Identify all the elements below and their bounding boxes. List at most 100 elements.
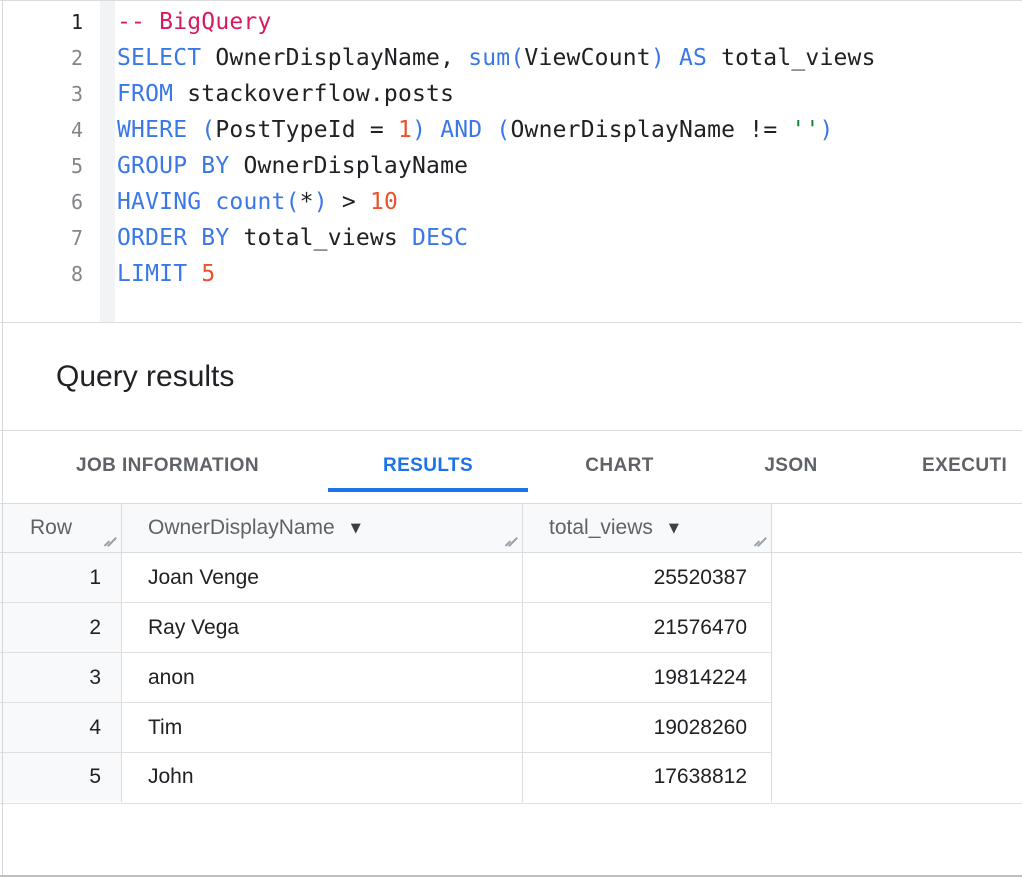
owner-display-name-cell: John [122,753,523,802]
code-token: 5 [201,261,215,287]
code-token: total_views [707,45,876,71]
tab-label: JOB INFORMATION [76,455,259,476]
code-text: -- BigQuery [117,4,272,40]
table-bottom-border [0,803,1022,804]
column-header-row: Row [0,504,122,552]
sort-arrow-icon[interactable]: ▼ [351,521,361,536]
code-token [482,117,496,143]
code-token: OwnerDisplayName, [201,45,468,71]
total-views-cell: 19814224 [523,653,772,703]
row-number-cell: 5 [0,753,122,802]
results-table: Row OwnerDisplayName ▼ total_views ▼ 1Joan V… [0,504,1022,804]
tab-results[interactable]: RESULTS [328,431,528,503]
bigquery-query-results-screen: 1 -- BigQuery 2 SELECT OwnerDisplayName, su… [0,0,1022,878]
column-resize-handle-icon[interactable] [753,536,766,549]
tab-chart[interactable]: CHART [528,431,711,503]
query-results-panel: Query results [0,324,1022,431]
tab-label: EXECUTI [922,455,1007,476]
tab-json[interactable]: JSON [711,431,871,503]
code-token: * [300,189,314,215]
code-token: HAVING [117,189,201,215]
code-line[interactable]: 7 ORDER BY total_views DESC [0,220,1022,256]
column-header-ownerdisplayname: OwnerDisplayName ▼ [122,504,523,552]
code-line[interactable]: 5 GROUP BY OwnerDisplayName [0,148,1022,184]
code-text: HAVING count(*) > 10 [117,184,398,220]
code-text: WHERE (PostTypeId = 1) AND (OwnerDisplay… [117,112,834,148]
line-number: 5 [0,148,83,184]
code-token: stackoverflow.posts [173,81,454,107]
code-text: GROUP BY OwnerDisplayName [117,148,468,184]
code-token: ) [412,117,426,143]
sort-arrow-icon[interactable]: ▼ [669,521,679,536]
line-number: 2 [0,40,83,76]
owner-display-name-cell: Tim [122,703,523,753]
code-token: OwnerDisplayName [229,153,468,179]
code-line[interactable]: 4 WHERE (PostTypeId = 1) AND (OwnerDispla… [0,112,1022,148]
results-tabbar: JOB INFORMATION RESULTSCHART JSON EXECUTI [0,431,1022,504]
active-tab-underline [328,488,528,492]
line-number: 7 [0,220,83,256]
line-number: 4 [0,112,83,148]
code-line[interactable]: 8LIMIT 5 [0,256,1022,292]
code-token [665,45,679,71]
line-number: 1 [0,4,83,40]
table-row: 2Ray Vega21576470 [0,603,1022,653]
code-token: 10 [370,189,398,215]
code-token: WHERE [117,117,187,143]
line-number: 8 [0,256,83,292]
table-row-filler [772,703,1022,753]
code-token: OwnerDisplayName != [510,117,791,143]
column-resize-handle-icon[interactable] [103,536,116,549]
table-row-filler [772,653,1022,703]
row-number-cell: 3 [0,653,122,703]
code-token: ORDER BY [117,225,229,251]
code-token: > [328,189,370,215]
code-token: GROUP BY [117,153,229,179]
code-token: '' [791,117,819,143]
code-text: FROM stackoverflow.posts [117,76,454,112]
code-token [426,117,440,143]
column-header-label: total_views [549,516,653,540]
table-row: 3anon19814224 [0,653,1022,703]
code-line[interactable]: 6HAVING count(*) > 10 [0,184,1022,220]
column-header-total-views: total_views ▼ [523,504,772,552]
code-token: DESC [412,225,468,251]
tab-executi[interactable]: EXECUTI [922,431,1022,503]
owner-display-name-cell: Joan Venge [122,553,523,603]
code-text: ORDER BY total_views DESC [117,220,468,256]
table-row-filler [772,753,1022,802]
total-views-cell: 25520387 [523,553,772,603]
code-token: AS [679,45,707,71]
table-row-filler [772,553,1022,603]
code-token: ) [651,45,665,71]
row-number-cell: 2 [0,603,122,653]
code-token: sum( [468,45,524,71]
bottom-border [0,875,1022,877]
table-row-filler [772,603,1022,653]
sql-code: 1 -- BigQuery 2 SELECT OwnerDisplayName, su… [0,1,1022,292]
code-token: ) [820,117,834,143]
tab-job-information[interactable]: JOB INFORMATION [40,431,295,503]
table-header-row: Row OwnerDisplayName ▼ total_views ▼ [0,504,1022,553]
query-results-title: Query results [56,324,234,430]
code-token: count( [215,189,299,215]
code-line[interactable]: 3 FROM stackoverflow.posts [0,76,1022,112]
code-token: SELECT [117,45,201,71]
tab-label: JSON [764,455,817,476]
code-line[interactable]: 1 -- BigQuery [0,4,1022,40]
code-token: AND [440,117,482,143]
column-header-label: OwnerDisplayName [148,516,335,540]
row-number-cell: 1 [0,553,122,603]
code-token: FROM [117,81,173,107]
column-resize-handle-icon[interactable] [504,536,517,549]
code-token [187,117,201,143]
row-number-cell: 4 [0,703,122,753]
code-token: ) [314,189,328,215]
owner-display-name-cell: anon [122,653,523,703]
sql-editor[interactable]: 1 -- BigQuery 2 SELECT OwnerDisplayName, su… [0,0,1022,323]
code-text: SELECT OwnerDisplayName, sum(ViewCount) … [117,40,876,76]
code-line[interactable]: 2 SELECT OwnerDisplayName, sum(ViewCount)… [0,40,1022,76]
table-row: 1Joan Venge25520387 [0,553,1022,603]
line-number: 3 [0,76,83,112]
owner-display-name-cell: Ray Vega [122,603,523,653]
